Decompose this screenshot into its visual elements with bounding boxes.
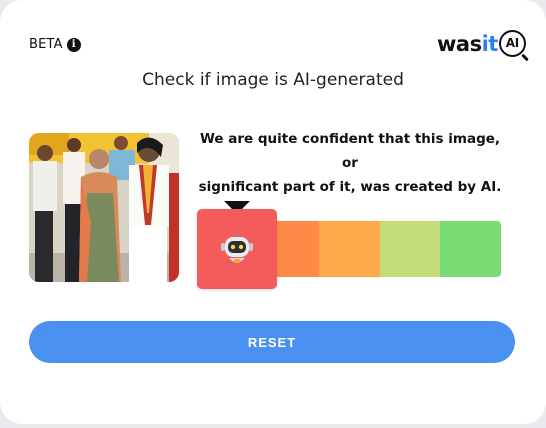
meter-segment-5	[440, 221, 501, 277]
detector-card: BETA i was it AI Check if image is AI-ge…	[0, 0, 546, 424]
verdict-text: We are quite confident that this image, …	[190, 127, 510, 199]
logo-prefix: was	[437, 31, 482, 56]
reset-button[interactable]: RESET	[29, 321, 515, 363]
uploaded-image	[29, 133, 179, 282]
beta-badge: BETA i	[29, 37, 81, 52]
meter-marker	[197, 209, 277, 289]
magnifier-ai-icon: AI	[498, 30, 526, 57]
verdict-line-2: significant part of it, was created by A…	[198, 179, 502, 195]
wasitai-logo[interactable]: was it AI	[437, 30, 526, 57]
robot-icon	[221, 230, 253, 263]
uploaded-image-illustration	[29, 133, 179, 282]
meter-segment-3	[319, 221, 380, 277]
logo-highlight: it	[481, 31, 499, 56]
verdict-line-1: We are quite confident that this image, …	[199, 131, 501, 171]
meter-segment-4	[379, 221, 441, 277]
page-title: Check if image is AI-generated	[142, 70, 404, 90]
info-icon[interactable]: i	[66, 37, 81, 52]
beta-label: BETA	[29, 37, 63, 52]
